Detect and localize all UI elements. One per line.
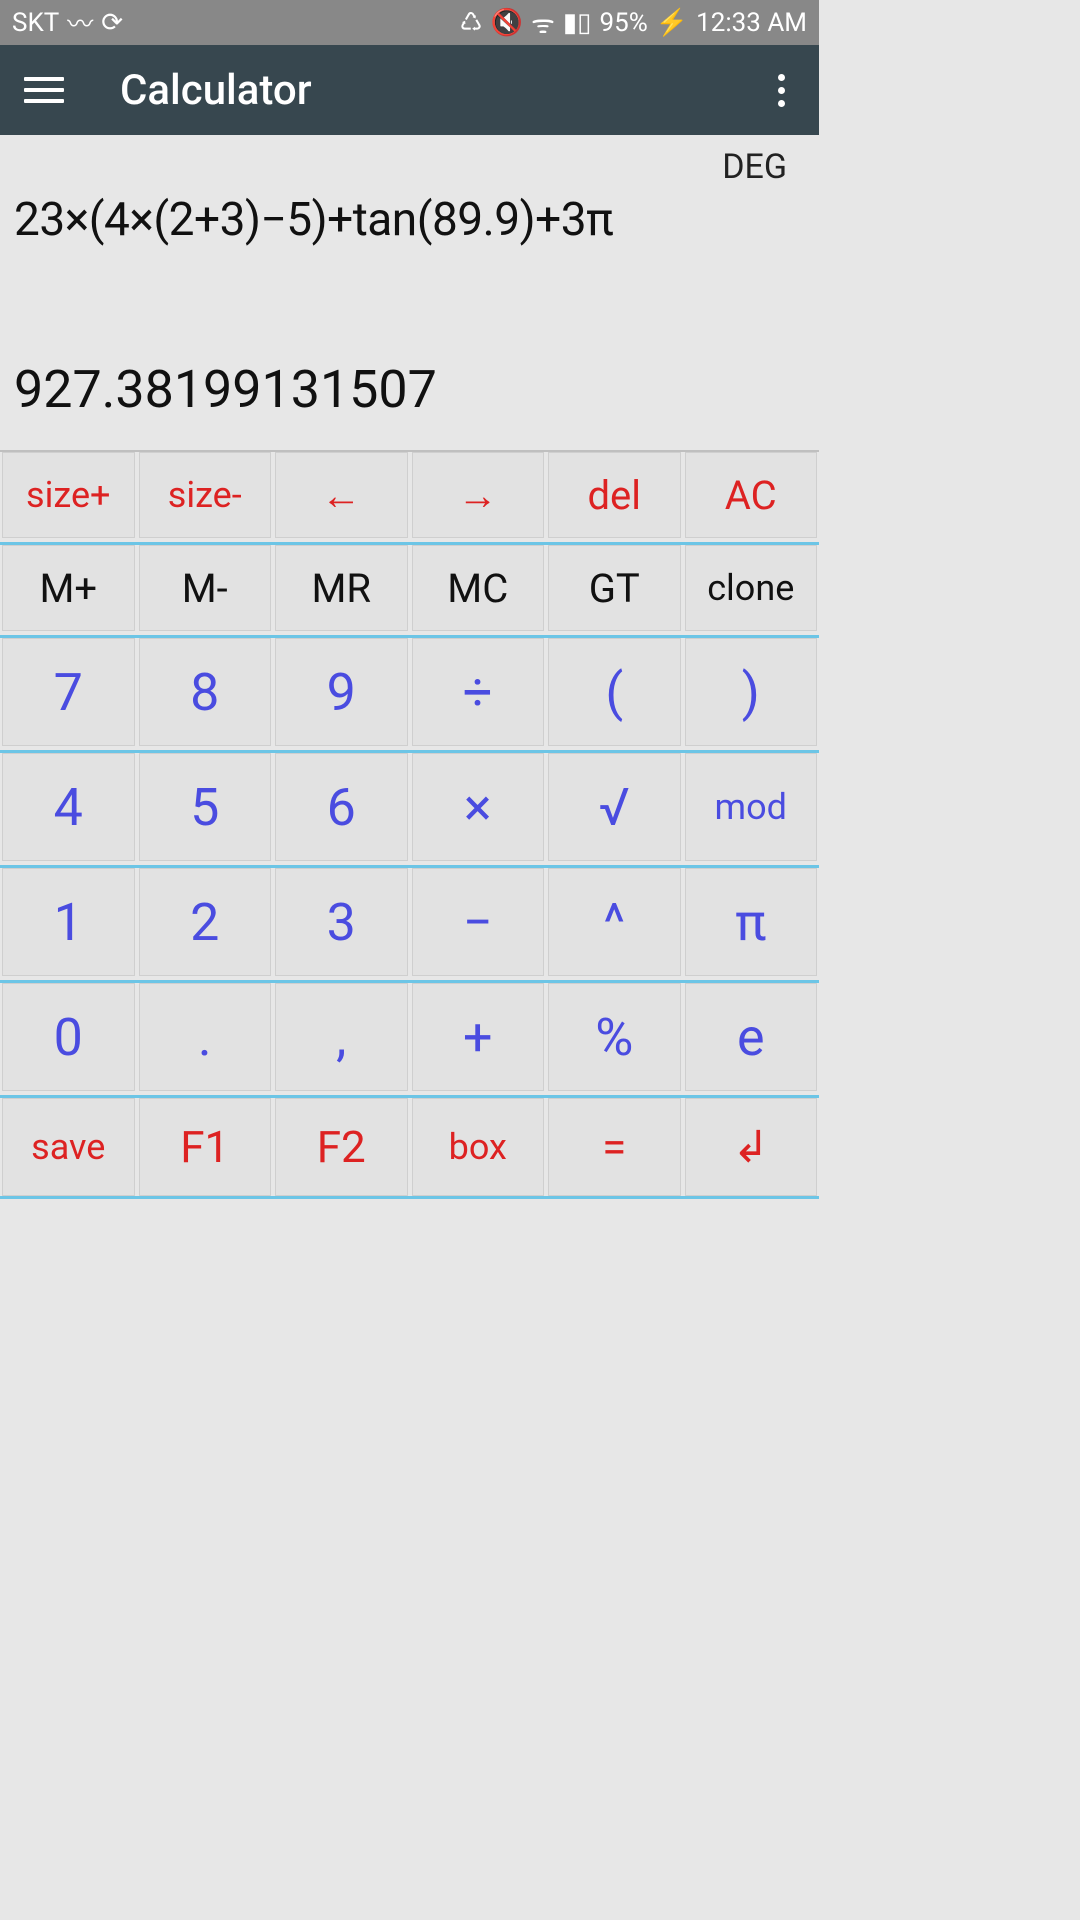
multiply-button[interactable]: × bbox=[412, 753, 545, 861]
signal-icon: ▮▯ bbox=[563, 8, 592, 38]
battery-pct: 95% bbox=[599, 8, 647, 38]
mem-recall-button[interactable]: MR bbox=[275, 545, 408, 631]
activity-icon: 〰 bbox=[67, 4, 93, 41]
hamburger-menu-icon[interactable] bbox=[24, 77, 64, 103]
plus-button[interactable]: + bbox=[412, 983, 545, 1091]
digit-4-button[interactable]: 4 bbox=[2, 753, 135, 861]
rparen-button[interactable]: ) bbox=[685, 638, 818, 746]
save-button[interactable]: save bbox=[2, 1098, 135, 1196]
clone-button[interactable]: clone bbox=[685, 545, 818, 631]
mem-minus-button[interactable]: M- bbox=[139, 545, 272, 631]
battery-charging-icon: ⚡ bbox=[656, 8, 688, 38]
status-left: SKT 〰 ⟳ bbox=[12, 4, 123, 41]
equals-button[interactable]: = bbox=[548, 1098, 681, 1196]
row-memory: M+ M- MR MC GT clone bbox=[0, 542, 819, 631]
grand-total-button[interactable]: GT bbox=[548, 545, 681, 631]
e-button[interactable]: e bbox=[685, 983, 818, 1091]
size-plus-button[interactable]: size+ bbox=[2, 452, 135, 538]
enter-button[interactable]: ↲ bbox=[685, 1098, 818, 1196]
recycle-icon: ♺ bbox=[459, 8, 482, 38]
row-123: 1 2 3 − ^ π bbox=[0, 865, 819, 976]
digit-7-button[interactable]: 7 bbox=[2, 638, 135, 746]
f1-button[interactable]: F1 bbox=[139, 1098, 272, 1196]
result-display: 927.38199131507 bbox=[12, 353, 807, 432]
digit-2-button[interactable]: 2 bbox=[139, 868, 272, 976]
status-right: ♺ 🔇 ᯤ ▮▯ 95% ⚡ 12:33 AM bbox=[459, 5, 807, 41]
angle-mode-label[interactable]: DEG bbox=[12, 147, 807, 187]
pi-button[interactable]: π bbox=[685, 868, 818, 976]
power-button[interactable]: ^ bbox=[548, 868, 681, 976]
keypad: size+ size- ← → del AC M+ M- MR MC GT cl… bbox=[0, 450, 819, 1203]
row-0: 0 . , + % e bbox=[0, 980, 819, 1091]
row-789: 7 8 9 ÷ ( ) bbox=[0, 635, 819, 746]
decimal-point-button[interactable]: . bbox=[139, 983, 272, 1091]
delete-button[interactable]: del bbox=[548, 452, 681, 538]
size-minus-button[interactable]: size- bbox=[139, 452, 272, 538]
divide-button[interactable]: ÷ bbox=[412, 638, 545, 746]
mem-clear-button[interactable]: MC bbox=[412, 545, 545, 631]
box-button[interactable]: box bbox=[412, 1098, 545, 1196]
comma-button[interactable]: , bbox=[275, 983, 408, 1091]
wifi-icon: ᯤ bbox=[531, 5, 555, 41]
mod-button[interactable]: mod bbox=[685, 753, 818, 861]
digit-3-button[interactable]: 3 bbox=[275, 868, 408, 976]
cursor-right-button[interactable]: → bbox=[412, 452, 545, 538]
row-456: 4 5 6 × √ mod bbox=[0, 750, 819, 861]
bottom-filler bbox=[0, 1203, 819, 1456]
all-clear-button[interactable]: AC bbox=[685, 452, 818, 538]
sqrt-button[interactable]: √ bbox=[548, 753, 681, 861]
display-area: DEG 23×(4×(2+3)−5)+tan(89.9)+3π 927.3819… bbox=[0, 135, 819, 450]
more-vert-icon[interactable] bbox=[768, 64, 795, 117]
digit-8-button[interactable]: 8 bbox=[139, 638, 272, 746]
row-edit: size+ size- ← → del AC bbox=[0, 450, 819, 538]
status-bar: SKT 〰 ⟳ ♺ 🔇 ᯤ ▮▯ 95% ⚡ 12:33 AM bbox=[0, 0, 819, 45]
digit-0-button[interactable]: 0 bbox=[2, 983, 135, 1091]
expression-display[interactable]: 23×(4×(2+3)−5)+tan(89.9)+3π bbox=[12, 193, 807, 253]
minus-button[interactable]: − bbox=[412, 868, 545, 976]
f2-button[interactable]: F2 bbox=[275, 1098, 408, 1196]
app-title: Calculator bbox=[120, 66, 312, 115]
row-function: save F1 F2 box = ↲ bbox=[0, 1095, 819, 1199]
clock: 12:33 AM bbox=[696, 8, 807, 38]
mem-plus-button[interactable]: M+ bbox=[2, 545, 135, 631]
sync-off-icon: ⟳ bbox=[101, 8, 123, 38]
silent-icon: 🔇 bbox=[491, 8, 523, 38]
cursor-left-button[interactable]: ← bbox=[275, 452, 408, 538]
digit-6-button[interactable]: 6 bbox=[275, 753, 408, 861]
digit-1-button[interactable]: 1 bbox=[2, 868, 135, 976]
carrier-label: SKT bbox=[12, 8, 59, 38]
lparen-button[interactable]: ( bbox=[548, 638, 681, 746]
digit-5-button[interactable]: 5 bbox=[139, 753, 272, 861]
percent-button[interactable]: % bbox=[548, 983, 681, 1091]
digit-9-button[interactable]: 9 bbox=[275, 638, 408, 746]
app-bar: Calculator bbox=[0, 45, 819, 135]
